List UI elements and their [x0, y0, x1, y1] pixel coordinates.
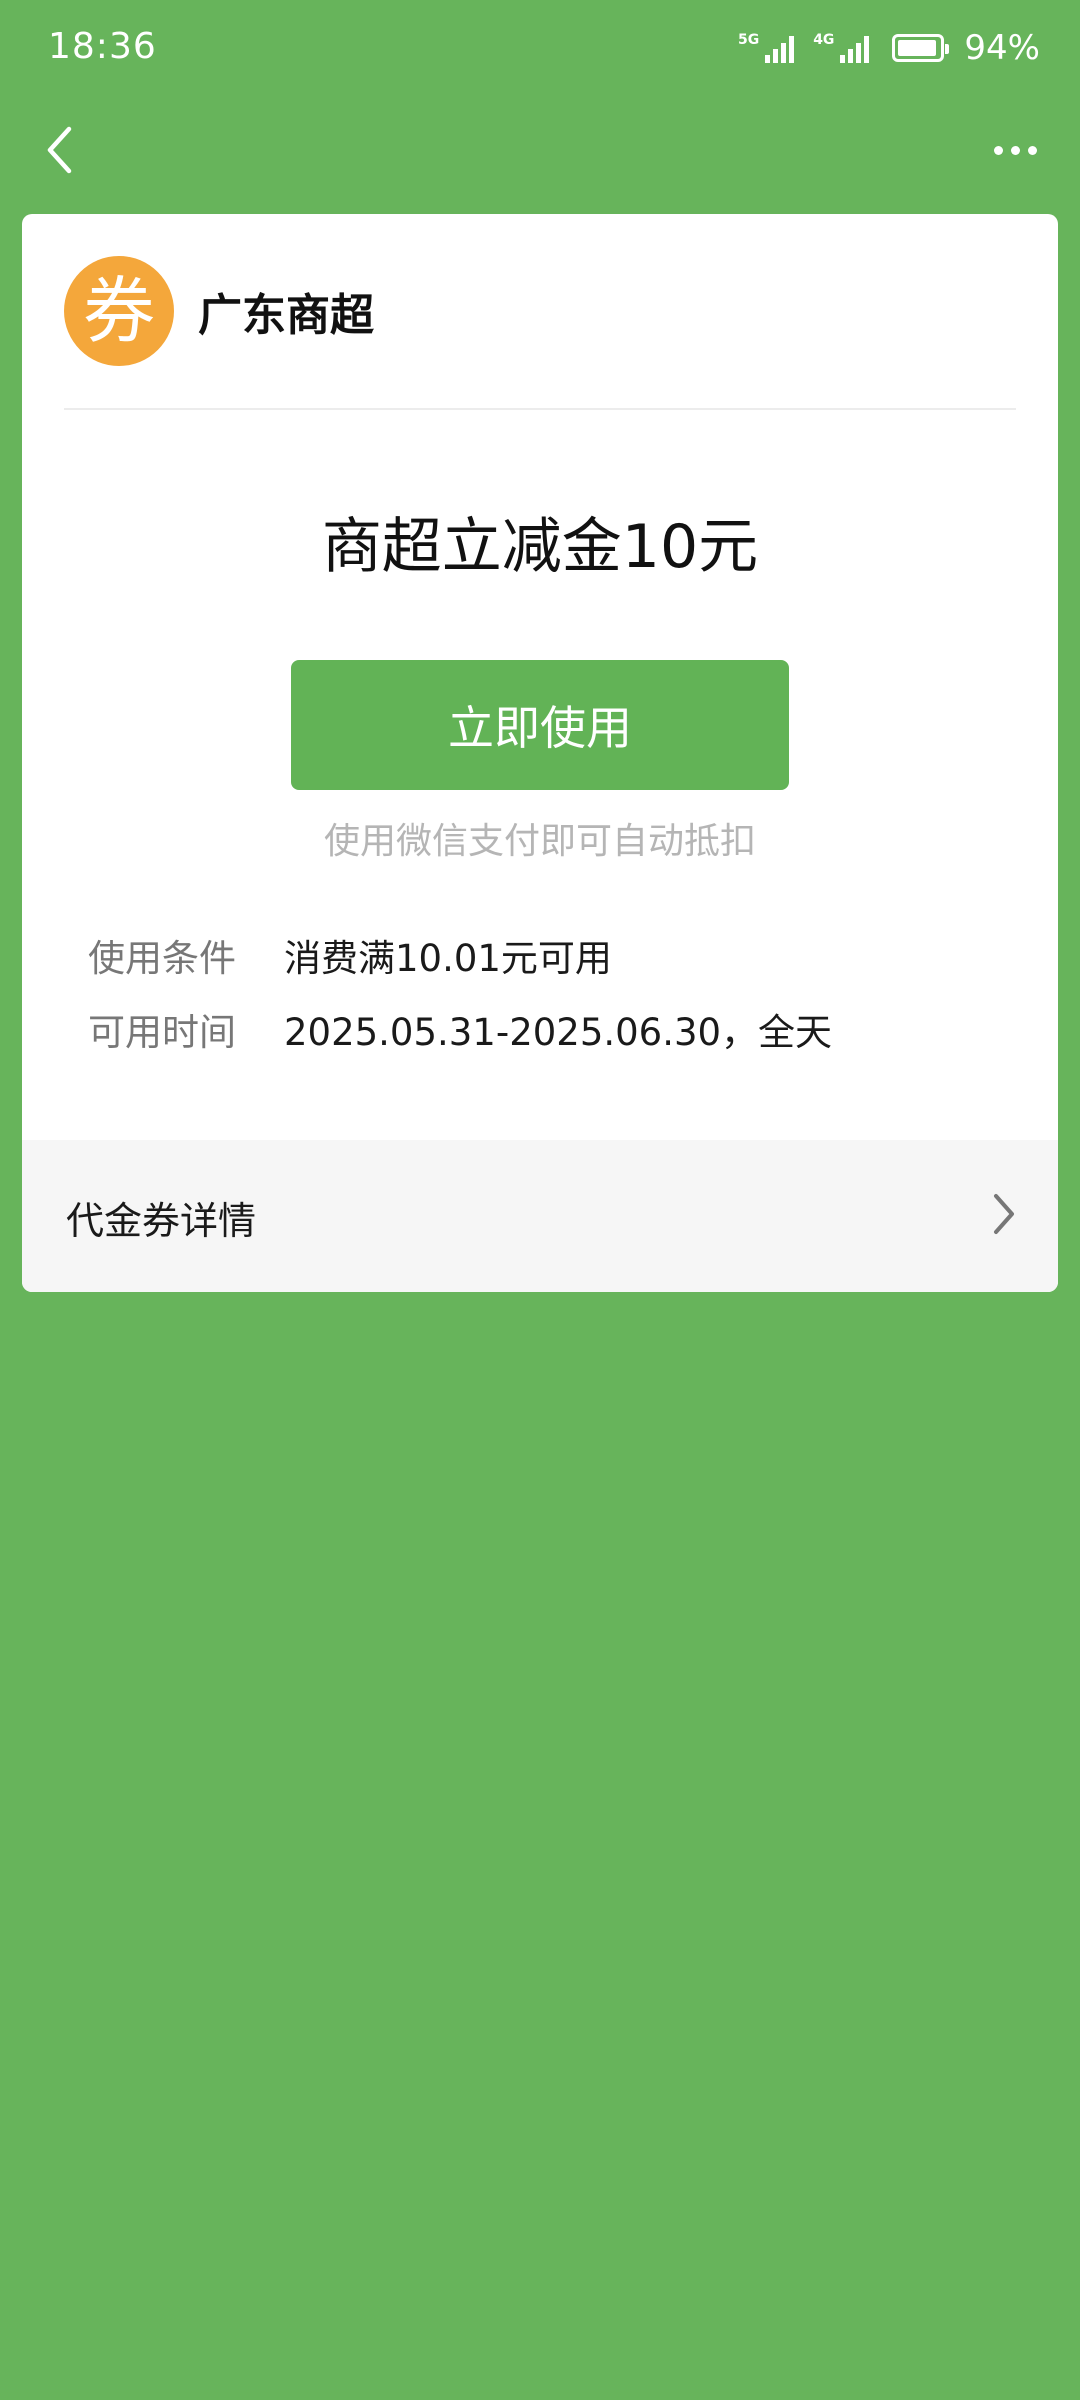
battery-icon: [892, 34, 950, 62]
signal-icon: [765, 36, 795, 63]
coupon-details-row[interactable]: 代金券详情: [22, 1140, 1058, 1292]
coupon-title: 商超立减金10元: [321, 512, 759, 582]
validity-value: 2025.05.31-2025.06.30，全天: [284, 1011, 833, 1054]
condition-label: 使用条件: [88, 937, 236, 980]
coupon-logo-icon: 券: [64, 256, 174, 366]
validity-row: 可用时间 2025.05.31-2025.06.30，全天: [88, 1002, 832, 1056]
network-type-4g: 4G: [813, 32, 835, 48]
more-dot-icon: [1027, 145, 1037, 155]
coupon-card: 券 广东商超 商超立减金10元 立即使用 使用微信支付即可自动抵扣 使用条件 消…: [22, 214, 1058, 1292]
back-button[interactable]: [30, 120, 90, 180]
condition-value: 消费满10.01元可用: [284, 937, 612, 980]
signal-icon-2: [840, 36, 870, 63]
merchant-name: 广东商超: [198, 290, 374, 341]
status-icons: 5G 4G 94%: [738, 28, 1040, 68]
merchant-header: 券 广东商超: [64, 256, 374, 366]
payment-hint: 使用微信支付即可自动抵扣: [323, 821, 756, 862]
battery-level: [898, 40, 937, 56]
chevron-left-icon: [47, 126, 72, 174]
validity-label: 可用时间: [88, 1011, 236, 1054]
condition-row: 使用条件 消费满10.01元可用: [88, 928, 612, 982]
chevron-right-icon: [994, 1194, 1014, 1234]
use-now-button[interactable]: 立即使用: [291, 660, 789, 790]
more-button[interactable]: [980, 120, 1050, 180]
more-dot-icon: [1010, 145, 1020, 155]
nav-bar: [0, 100, 1080, 200]
battery-text: 94%: [964, 28, 1040, 68]
status-bar: 18:36 5G 4G 94%: [0, 0, 1080, 100]
network-type-5g: 5G: [737, 32, 760, 48]
more-dot-icon: [993, 145, 1003, 155]
status-time: 18:36: [48, 26, 157, 67]
divider: [64, 408, 1016, 410]
coupon-details-label: 代金券详情: [66, 1199, 257, 1243]
